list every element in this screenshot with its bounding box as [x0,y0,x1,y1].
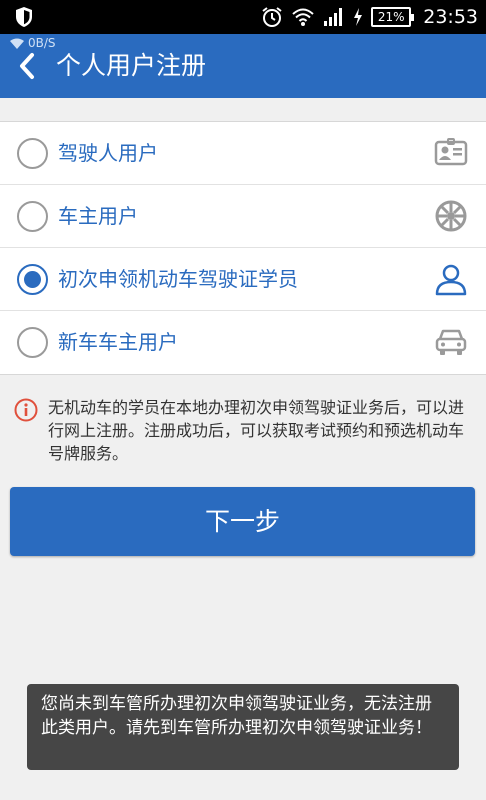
option-first-license-student[interactable]: 初次申领机动车驾驶证学员 [0,248,486,311]
page-title: 个人用户注册 [56,51,207,80]
option-label: 车主用户 [58,204,138,228]
notice-text: 无机动车的学员在本地办理初次申领驾驶证业务后，可以进行网上注册。注册成功后，可以… [48,398,465,463]
user-type-list: 驾驶人用户 车主用户 初次申领机动车驾驶证学员 新车车主用户 [0,121,486,375]
status-icons: 21% 23:53 [261,0,478,34]
info-icon [14,398,38,422]
option-new-car-owner[interactable]: 新车车主用户 [0,311,486,374]
radio-button[interactable] [17,201,48,232]
wifi-small-icon [10,38,24,49]
app-header: 0B/S 个人用户注册 [0,34,486,98]
option-vehicle-owner[interactable]: 车主用户 [0,185,486,248]
wheel-icon [435,200,467,232]
status-time: 23:53 [423,6,478,28]
radio-button-checked[interactable] [17,264,48,295]
option-label: 新车车主用户 [58,330,178,354]
alarm-icon [262,7,282,27]
option-label: 初次申领机动车驾驶证学员 [58,267,298,291]
person-icon [435,264,467,296]
charging-icon [354,8,363,26]
wifi-icon [292,8,314,26]
option-label: 驾驶人用户 [58,141,158,165]
next-step-button[interactable]: 下一步 [10,487,475,556]
id-card-icon [434,138,468,166]
chevron-left-icon[interactable] [12,48,44,84]
shield-icon [16,7,32,27]
car-icon [435,329,467,355]
signal-icon [324,8,343,26]
radio-button[interactable] [17,327,48,358]
toast-message: 您尚未到车管所办理初次申领驾驶证业务，无法注册此类用户。请先到车管所办理初次申领… [27,684,459,770]
toast-text: 您尚未到车管所办理初次申领驾驶证业务，无法注册此类用户。请先到车管所办理初次申领… [41,694,432,738]
option-driver-user[interactable]: 驾驶人用户 [0,122,486,185]
radio-button[interactable] [17,138,48,169]
status-bar: 21% 23:53 [0,0,486,34]
battery-icon: 21% [371,7,415,27]
